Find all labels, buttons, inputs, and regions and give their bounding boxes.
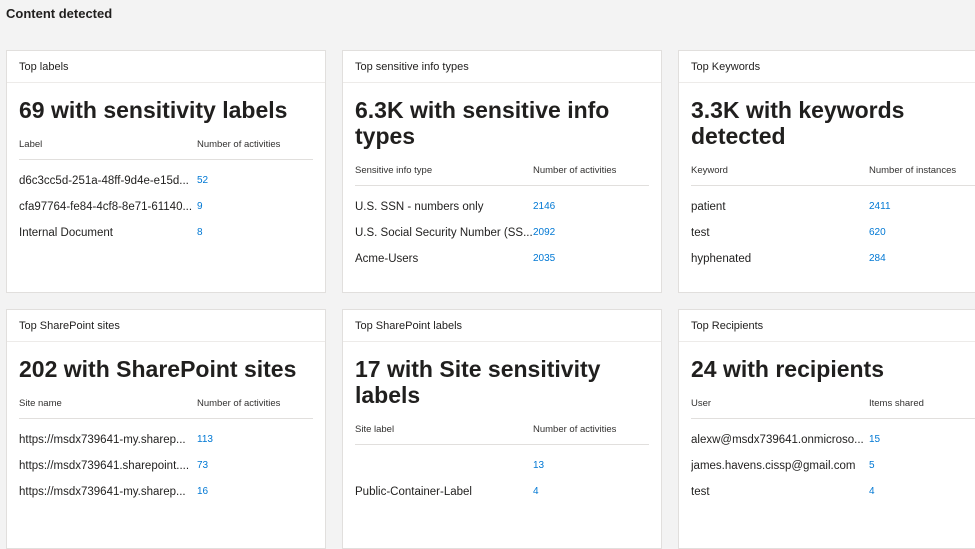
row-name: https://msdx739641.sharepoint.... — [19, 460, 190, 472]
table-row[interactable]: hyphenated 284 — [691, 246, 975, 272]
row-value-link[interactable]: 13 — [533, 453, 544, 479]
row-name: Acme-Users — [355, 253, 419, 265]
data-table: Site name Number of activities https://m… — [19, 396, 313, 505]
row-value-link[interactable]: 15 — [869, 427, 880, 453]
row-value-link[interactable]: 5 — [869, 453, 875, 479]
column-header-name: Keyword — [691, 165, 728, 176]
table-row[interactable]: james.havens.cissp@gmail.com 5 — [691, 453, 975, 479]
table-row[interactable]: https://msdx739641-my.sharep... 113 — [19, 427, 313, 453]
card-header: Top SharePoint labels — [343, 310, 661, 342]
data-table: User Items shared alexw@msdx739641.onmic… — [691, 396, 975, 505]
table-row[interactable]: 13 — [355, 453, 649, 479]
row-value-link[interactable]: 2146 — [533, 194, 555, 220]
column-header-name: Label — [19, 139, 43, 150]
data-table: Keyword Number of instances patient 2411… — [691, 163, 975, 272]
row-value-link[interactable]: 2035 — [533, 246, 555, 272]
card-headline: 24 with recipients — [691, 356, 885, 382]
row-name: Public-Container-Label — [355, 486, 472, 498]
table-row[interactable]: cfa97764-fe84-4cf8-8e71-61140... 9 — [19, 194, 313, 220]
row-name — [355, 453, 533, 479]
row-value-link[interactable]: 8 — [197, 220, 203, 246]
table-row[interactable]: Public-Container-Label 4 — [355, 479, 649, 505]
table-header: Site label Number of activities — [355, 422, 649, 445]
table-row[interactable]: patient 2411 — [691, 194, 975, 220]
row-value-link[interactable]: 4 — [533, 479, 539, 505]
row-value-link[interactable]: 4 — [869, 479, 875, 505]
card-headline: 17 with Site sensitivity labels — [355, 356, 601, 408]
card-header: Top Recipients — [679, 310, 975, 342]
card-top-keywords: Top Keywords 3.3K with keywords detected… — [678, 50, 975, 293]
row-value-link[interactable]: 2411 — [869, 194, 891, 220]
card-top-sharepoint-sites: Top SharePoint sites 202 with SharePoint… — [6, 309, 326, 549]
column-header-value: Number of activities — [197, 398, 281, 409]
row-name: https://msdx739641-my.sharep... — [19, 434, 186, 446]
table-row[interactable]: alexw@msdx739641.onmicroso... 15 — [691, 427, 975, 453]
column-header-name: Site label — [355, 424, 395, 435]
table-header: Keyword Number of instances — [691, 163, 975, 186]
row-name: test — [691, 486, 710, 498]
card-header: Top labels — [7, 51, 325, 83]
card-headline: 6.3K with sensitive info types — [355, 97, 610, 149]
data-table: Site label Number of activities 13 Publi… — [355, 422, 649, 505]
row-value-link[interactable]: 284 — [869, 246, 886, 272]
card-top-labels: Top labels 69 with sensitivity labels La… — [6, 50, 326, 293]
table-row[interactable]: U.S. Social Security Number (SS... 2092 — [355, 220, 649, 246]
table-row[interactable]: U.S. SSN - numbers only 2146 — [355, 194, 649, 220]
row-value-link[interactable]: 113 — [197, 427, 213, 453]
column-header-value: Number of activities — [197, 139, 281, 150]
row-name: alexw@msdx739641.onmicroso... — [691, 434, 864, 446]
row-name: test — [691, 227, 710, 239]
row-name: hyphenated — [691, 253, 752, 265]
row-name: https://msdx739641-my.sharep... — [19, 486, 186, 498]
table-header: Label Number of activities — [19, 137, 313, 160]
row-value-link[interactable]: 52 — [197, 168, 208, 194]
page-title: Content detected — [6, 6, 113, 21]
row-name: Internal Document — [19, 227, 113, 239]
table-row[interactable]: Acme-Users 2035 — [355, 246, 649, 272]
data-table: Label Number of activities d6c3cc5d-251a… — [19, 137, 313, 246]
column-header-name: Site name — [19, 398, 62, 409]
data-table: Sensitive info type Number of activities… — [355, 163, 649, 272]
row-value-link[interactable]: 9 — [197, 194, 203, 220]
row-name: patient — [691, 201, 726, 213]
column-header-value: Number of activities — [533, 424, 617, 435]
table-row[interactable]: https://msdx739641.sharepoint.... 73 — [19, 453, 313, 479]
table-row[interactable]: d6c3cc5d-251a-48ff-9d4e-e15d... 52 — [19, 168, 313, 194]
table-header: Sensitive info type Number of activities — [355, 163, 649, 186]
table-row[interactable]: test 4 — [691, 479, 975, 505]
table-row[interactable]: Internal Document 8 — [19, 220, 313, 246]
table-row[interactable]: test 620 — [691, 220, 975, 246]
row-name: james.havens.cissp@gmail.com — [691, 460, 856, 472]
row-name: d6c3cc5d-251a-48ff-9d4e-e15d... — [19, 175, 189, 187]
table-header: Site name Number of activities — [19, 396, 313, 419]
card-headline: 69 with sensitivity labels — [19, 97, 288, 123]
card-top-sensitive-info-types: Top sensitive info types 6.3K with sensi… — [342, 50, 662, 293]
table-header: User Items shared — [691, 396, 975, 419]
card-top-recipients: Top Recipients 24 with recipients User I… — [678, 309, 975, 549]
card-top-sharepoint-labels: Top SharePoint labels 17 with Site sensi… — [342, 309, 662, 549]
column-header-value: Number of activities — [533, 165, 617, 176]
card-headline: 3.3K with keywords detected — [691, 97, 905, 149]
table-row[interactable]: https://msdx739641-my.sharep... 16 — [19, 479, 313, 505]
card-header: Top SharePoint sites — [7, 310, 325, 342]
row-name: cfa97764-fe84-4cf8-8e71-61140... — [19, 201, 193, 213]
row-value-link[interactable]: 16 — [197, 479, 208, 505]
card-header: Top Keywords — [679, 51, 975, 83]
row-value-link[interactable]: 2092 — [533, 220, 555, 246]
row-name: U.S. SSN - numbers only — [355, 201, 484, 213]
row-name: U.S. Social Security Number (SS... — [355, 227, 533, 239]
card-headline: 202 with SharePoint sites — [19, 356, 297, 382]
column-header-value: Number of instances — [869, 165, 957, 176]
column-header-value: Items shared — [869, 398, 924, 409]
column-header-name: Sensitive info type — [355, 165, 433, 176]
row-value-link[interactable]: 620 — [869, 220, 886, 246]
row-value-link[interactable]: 73 — [197, 453, 208, 479]
column-header-name: User — [691, 398, 712, 409]
card-header: Top sensitive info types — [343, 51, 661, 83]
